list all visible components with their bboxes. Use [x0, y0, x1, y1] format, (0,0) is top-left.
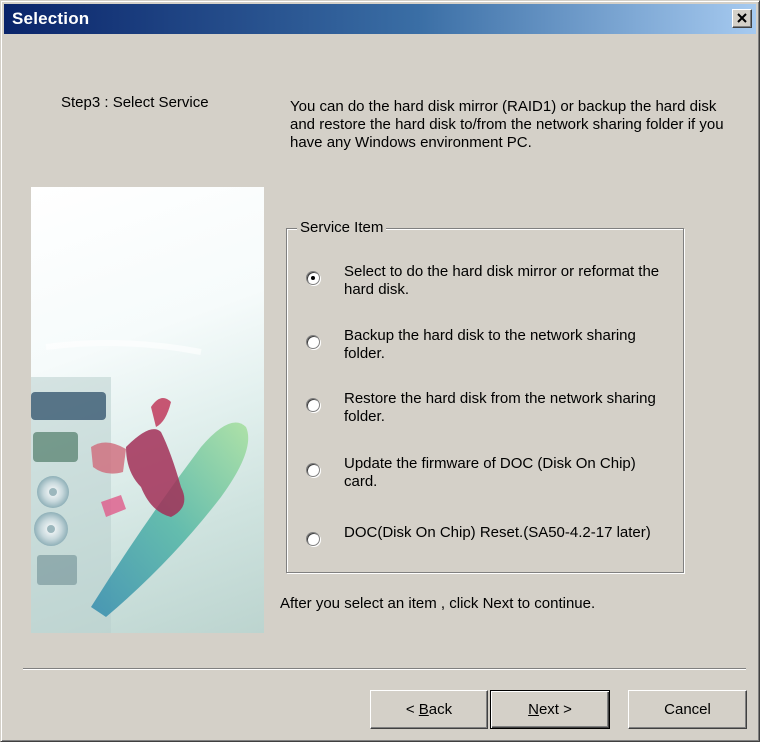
- step-label: Step3 : Select Service: [61, 94, 209, 111]
- radio-button[interactable]: [306, 532, 320, 546]
- intro-text: You can do the hard disk mirror (RAID1) …: [290, 98, 724, 151]
- back-prefix: <: [405, 701, 419, 718]
- continue-hint: After you select an item , click Next to…: [280, 595, 596, 612]
- close-button[interactable]: [732, 9, 752, 28]
- service-item-legend: Service Item: [297, 219, 387, 236]
- option-label[interactable]: Backup the hard disk to the network shar…: [344, 327, 664, 363]
- cancel-button[interactable]: Cancel: [628, 690, 747, 729]
- radio-button[interactable]: [306, 398, 320, 412]
- back-mnemonic: B: [418, 701, 429, 718]
- next-button[interactable]: Next >: [490, 690, 610, 729]
- close-icon: [737, 13, 747, 23]
- option-label[interactable]: DOC(Disk On Chip) Reset.(SA50-4.2-17 lat…: [344, 524, 664, 542]
- footer-separator: [23, 668, 746, 670]
- back-rest: ack: [428, 701, 453, 718]
- radio-button[interactable]: [306, 335, 320, 349]
- option-label[interactable]: Update the firmware of DOC (Disk On Chip…: [344, 455, 664, 491]
- selection-dialog: Selection Step3 : Select Service You can…: [0, 0, 760, 742]
- radio-button[interactable]: [306, 271, 320, 285]
- wizard-side-image: [31, 187, 264, 633]
- surfer-illustration: [31, 340, 249, 633]
- next-mnemonic: N: [528, 701, 539, 718]
- back-button[interactable]: < Back: [370, 690, 488, 729]
- option-label[interactable]: Select to do the hard disk mirror or ref…: [344, 263, 664, 299]
- window-title: Selection: [12, 9, 90, 28]
- next-rest: ext >: [538, 701, 572, 718]
- radio-button[interactable]: [306, 463, 320, 477]
- option-label[interactable]: Restore the hard disk from the network s…: [344, 390, 664, 426]
- title-bar[interactable]: Selection: [4, 4, 756, 34]
